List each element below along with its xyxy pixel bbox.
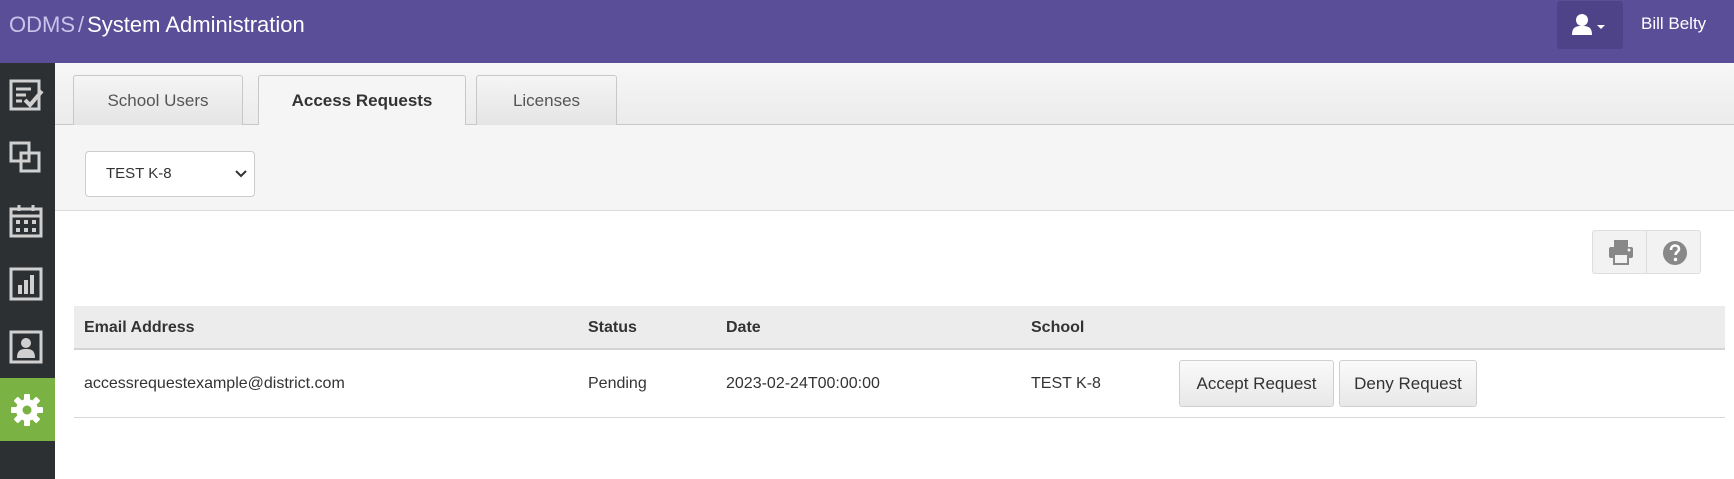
top-bar: ODMS / System Administration Bill Belty	[0, 0, 1734, 63]
checklist-icon	[9, 79, 44, 111]
cell-email: accessrequestexample@district.com	[84, 375, 345, 392]
toolbar-icon-group	[1592, 230, 1701, 274]
sidebar-item-students[interactable]	[0, 315, 55, 378]
sidebar-item-assessments[interactable]	[0, 63, 55, 126]
calendar-icon	[9, 205, 43, 238]
sidebar-item-groups[interactable]	[0, 126, 55, 189]
user-icon	[1572, 14, 1605, 35]
help-icon	[1663, 241, 1687, 265]
column-header-status: Status	[588, 319, 637, 336]
cell-date: 2023-02-24T00:00:00	[726, 375, 880, 392]
tab-access-requests[interactable]: Access Requests	[258, 75, 466, 127]
sidebar-item-calendar[interactable]	[0, 189, 55, 252]
gear-icon	[11, 394, 43, 426]
layers-icon	[9, 141, 41, 173]
page-title: System Administration	[87, 12, 305, 37]
chevron-down-icon	[235, 170, 247, 178]
column-header-date: Date	[726, 319, 761, 336]
help-button[interactable]	[1647, 231, 1701, 273]
accept-request-button[interactable]: Accept Request	[1179, 360, 1334, 407]
column-header-school: School	[1031, 319, 1085, 336]
table-row: accessrequestexample@district.com Pendin…	[74, 350, 1725, 418]
table-header: Email Address Status Date School	[74, 306, 1725, 350]
tab-bar: School Users Access Requests Licenses	[55, 63, 1734, 127]
school-select-value: TEST K-8	[106, 165, 172, 182]
sidebar-item-reports[interactable]	[0, 252, 55, 315]
tab-licenses[interactable]: Licenses	[476, 75, 617, 126]
user-name[interactable]: Bill Belty	[1641, 14, 1706, 34]
breadcrumb-separator: /	[78, 12, 85, 37]
breadcrumb-app-link[interactable]: ODMS	[9, 12, 75, 37]
tab-school-users[interactable]: School Users	[73, 75, 243, 126]
school-select[interactable]: TEST K-8	[85, 151, 255, 197]
deny-request-button[interactable]: Deny Request	[1339, 360, 1477, 407]
cell-school: TEST K-8	[1031, 375, 1101, 392]
column-header-email: Email Address	[84, 319, 195, 336]
user-card-icon	[9, 330, 43, 364]
user-menu-button[interactable]	[1557, 1, 1623, 49]
filter-bar: TEST K-8	[55, 125, 1734, 211]
breadcrumb: ODMS / System Administration	[9, 12, 305, 38]
sidebar	[0, 63, 55, 479]
print-icon	[1609, 240, 1633, 265]
print-button[interactable]	[1593, 231, 1647, 273]
sidebar-item-administration[interactable]	[0, 378, 55, 441]
cell-status: Pending	[588, 375, 647, 392]
bar-chart-icon	[9, 267, 43, 301]
